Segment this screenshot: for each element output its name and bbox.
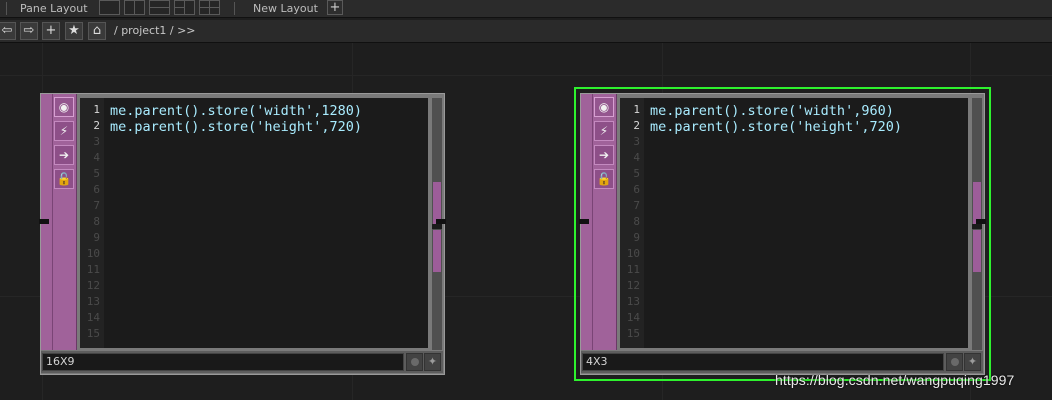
pin-flag-icon[interactable]: ✦: [424, 353, 441, 371]
node-bottom-bar: 16X9 ✦: [41, 351, 443, 373]
line-number: 9: [93, 231, 100, 244]
line-number: 14: [626, 311, 640, 324]
line-number: 4: [633, 151, 640, 164]
output-connector[interactable]: [976, 219, 986, 224]
layout-quad-button[interactable]: [199, 0, 220, 15]
line-number: 14: [86, 311, 100, 324]
line-number: 15: [86, 327, 100, 340]
line-number: 5: [633, 167, 640, 180]
line-number-gutter: 1 2 3 4 5 6 7 8 9 10 11 12 13 14 15: [620, 98, 644, 348]
pane-layout-label: Pane Layout: [20, 2, 88, 15]
node-bottom-bar: 4X3 ✦: [581, 351, 983, 373]
node-name-field[interactable]: 4X3: [582, 353, 944, 371]
line-number: 5: [93, 167, 100, 180]
layout-split-horizontal-button[interactable]: [149, 0, 170, 15]
text-dat-node-4x3[interactable]: ◉ ⚡ ➔ 🔓 1 2 3 4 5 6 7 8 9 10 11 12 13 14…: [574, 87, 991, 381]
watermark-text: https://blog.csdn.net/wangpuqing1997: [775, 372, 1015, 388]
grid-line: [0, 75, 1052, 76]
pane-bar: Pane Layout New Layout +: [0, 0, 1052, 18]
line-number-gutter: 1 2 3 4 5 6 7 8 9 10 11 12 13 14 15: [80, 98, 104, 348]
viewer-flag-icon[interactable]: [406, 353, 423, 371]
network-nav-bar: ⇦ ⇨ + ★ ⌂ / project1 / >>: [0, 20, 1052, 43]
line-number: 6: [633, 183, 640, 196]
text-dat-node-16x9[interactable]: ◉ ⚡ ➔ 🔓 1 2 3 4 5 6 7 8 9 10 11 12 13 14…: [39, 93, 446, 375]
cook-icon[interactable]: ⚡: [54, 121, 74, 141]
scroll-thumb[interactable]: [433, 182, 441, 224]
line-number: 11: [86, 263, 100, 276]
line-number: 3: [633, 135, 640, 148]
line-number: 12: [86, 279, 100, 292]
viewer-flag-icon[interactable]: [946, 353, 963, 371]
line-number: 2: [93, 119, 100, 132]
line-number: 10: [86, 247, 100, 260]
viewer-icon[interactable]: ◉: [54, 97, 74, 117]
new-layout-add-button[interactable]: +: [327, 0, 343, 15]
line-number: 9: [633, 231, 640, 244]
line-number: 1: [93, 103, 100, 116]
line-number: 13: [86, 295, 100, 308]
scroll-thumb[interactable]: [973, 230, 981, 272]
line-number: 7: [93, 199, 100, 212]
input-connector[interactable]: [39, 219, 49, 224]
scroll-thumb[interactable]: [433, 230, 441, 272]
scroll-thumb[interactable]: [973, 182, 981, 224]
line-number: 15: [626, 327, 640, 340]
divider: [6, 2, 7, 15]
lock-icon[interactable]: 🔓: [594, 169, 614, 189]
line-number: 1: [633, 103, 640, 116]
home-icon[interactable]: ⌂: [88, 22, 106, 40]
divider: [234, 2, 235, 15]
code-line[interactable]: me.parent().store('height',720): [110, 119, 362, 135]
code-line[interactable]: me.parent().store('width',1280): [110, 103, 362, 119]
pin-flag-icon[interactable]: ✦: [964, 353, 981, 371]
scrollbar[interactable]: [432, 98, 442, 350]
viewer-icon[interactable]: ◉: [594, 97, 614, 117]
forward-arrow-icon[interactable]: ⇨: [20, 22, 38, 40]
line-number: 12: [626, 279, 640, 292]
layout-three-pane-button[interactable]: [174, 0, 195, 15]
code-line[interactable]: me.parent().store('width',960): [650, 103, 894, 119]
node-name-field[interactable]: 16X9: [42, 353, 404, 371]
line-number: 7: [633, 199, 640, 212]
layout-single-button[interactable]: [99, 0, 120, 15]
cook-icon[interactable]: ⚡: [594, 121, 614, 141]
line-number: 8: [93, 215, 100, 228]
line-number: 2: [633, 119, 640, 132]
layout-split-vertical-button[interactable]: [124, 0, 145, 15]
input-connector[interactable]: [579, 219, 589, 224]
network-path[interactable]: / project1 / >>: [114, 22, 196, 40]
bookmark-star-icon[interactable]: ★: [65, 22, 83, 40]
line-number: 13: [626, 295, 640, 308]
scroll-notch: [432, 224, 442, 229]
line-number: 3: [93, 135, 100, 148]
code-editor[interactable]: 1 2 3 4 5 6 7 8 9 10 11 12 13 14 15 me.p…: [620, 98, 968, 348]
new-layout-label: New Layout: [253, 2, 318, 15]
lock-icon[interactable]: 🔓: [54, 169, 74, 189]
scrollbar[interactable]: [972, 98, 982, 350]
line-number: 11: [626, 263, 640, 276]
add-icon[interactable]: +: [42, 22, 60, 40]
code-line[interactable]: me.parent().store('height',720): [650, 119, 902, 135]
line-number: 4: [93, 151, 100, 164]
line-number: 10: [626, 247, 640, 260]
export-icon[interactable]: ➔: [54, 145, 74, 165]
output-connector[interactable]: [436, 219, 446, 224]
code-editor[interactable]: 1 2 3 4 5 6 7 8 9 10 11 12 13 14 15 me.p…: [80, 98, 428, 348]
line-number: 8: [633, 215, 640, 228]
export-icon[interactable]: ➔: [594, 145, 614, 165]
line-number: 6: [93, 183, 100, 196]
back-arrow-icon[interactable]: ⇦: [0, 22, 16, 40]
scroll-notch: [972, 224, 982, 229]
